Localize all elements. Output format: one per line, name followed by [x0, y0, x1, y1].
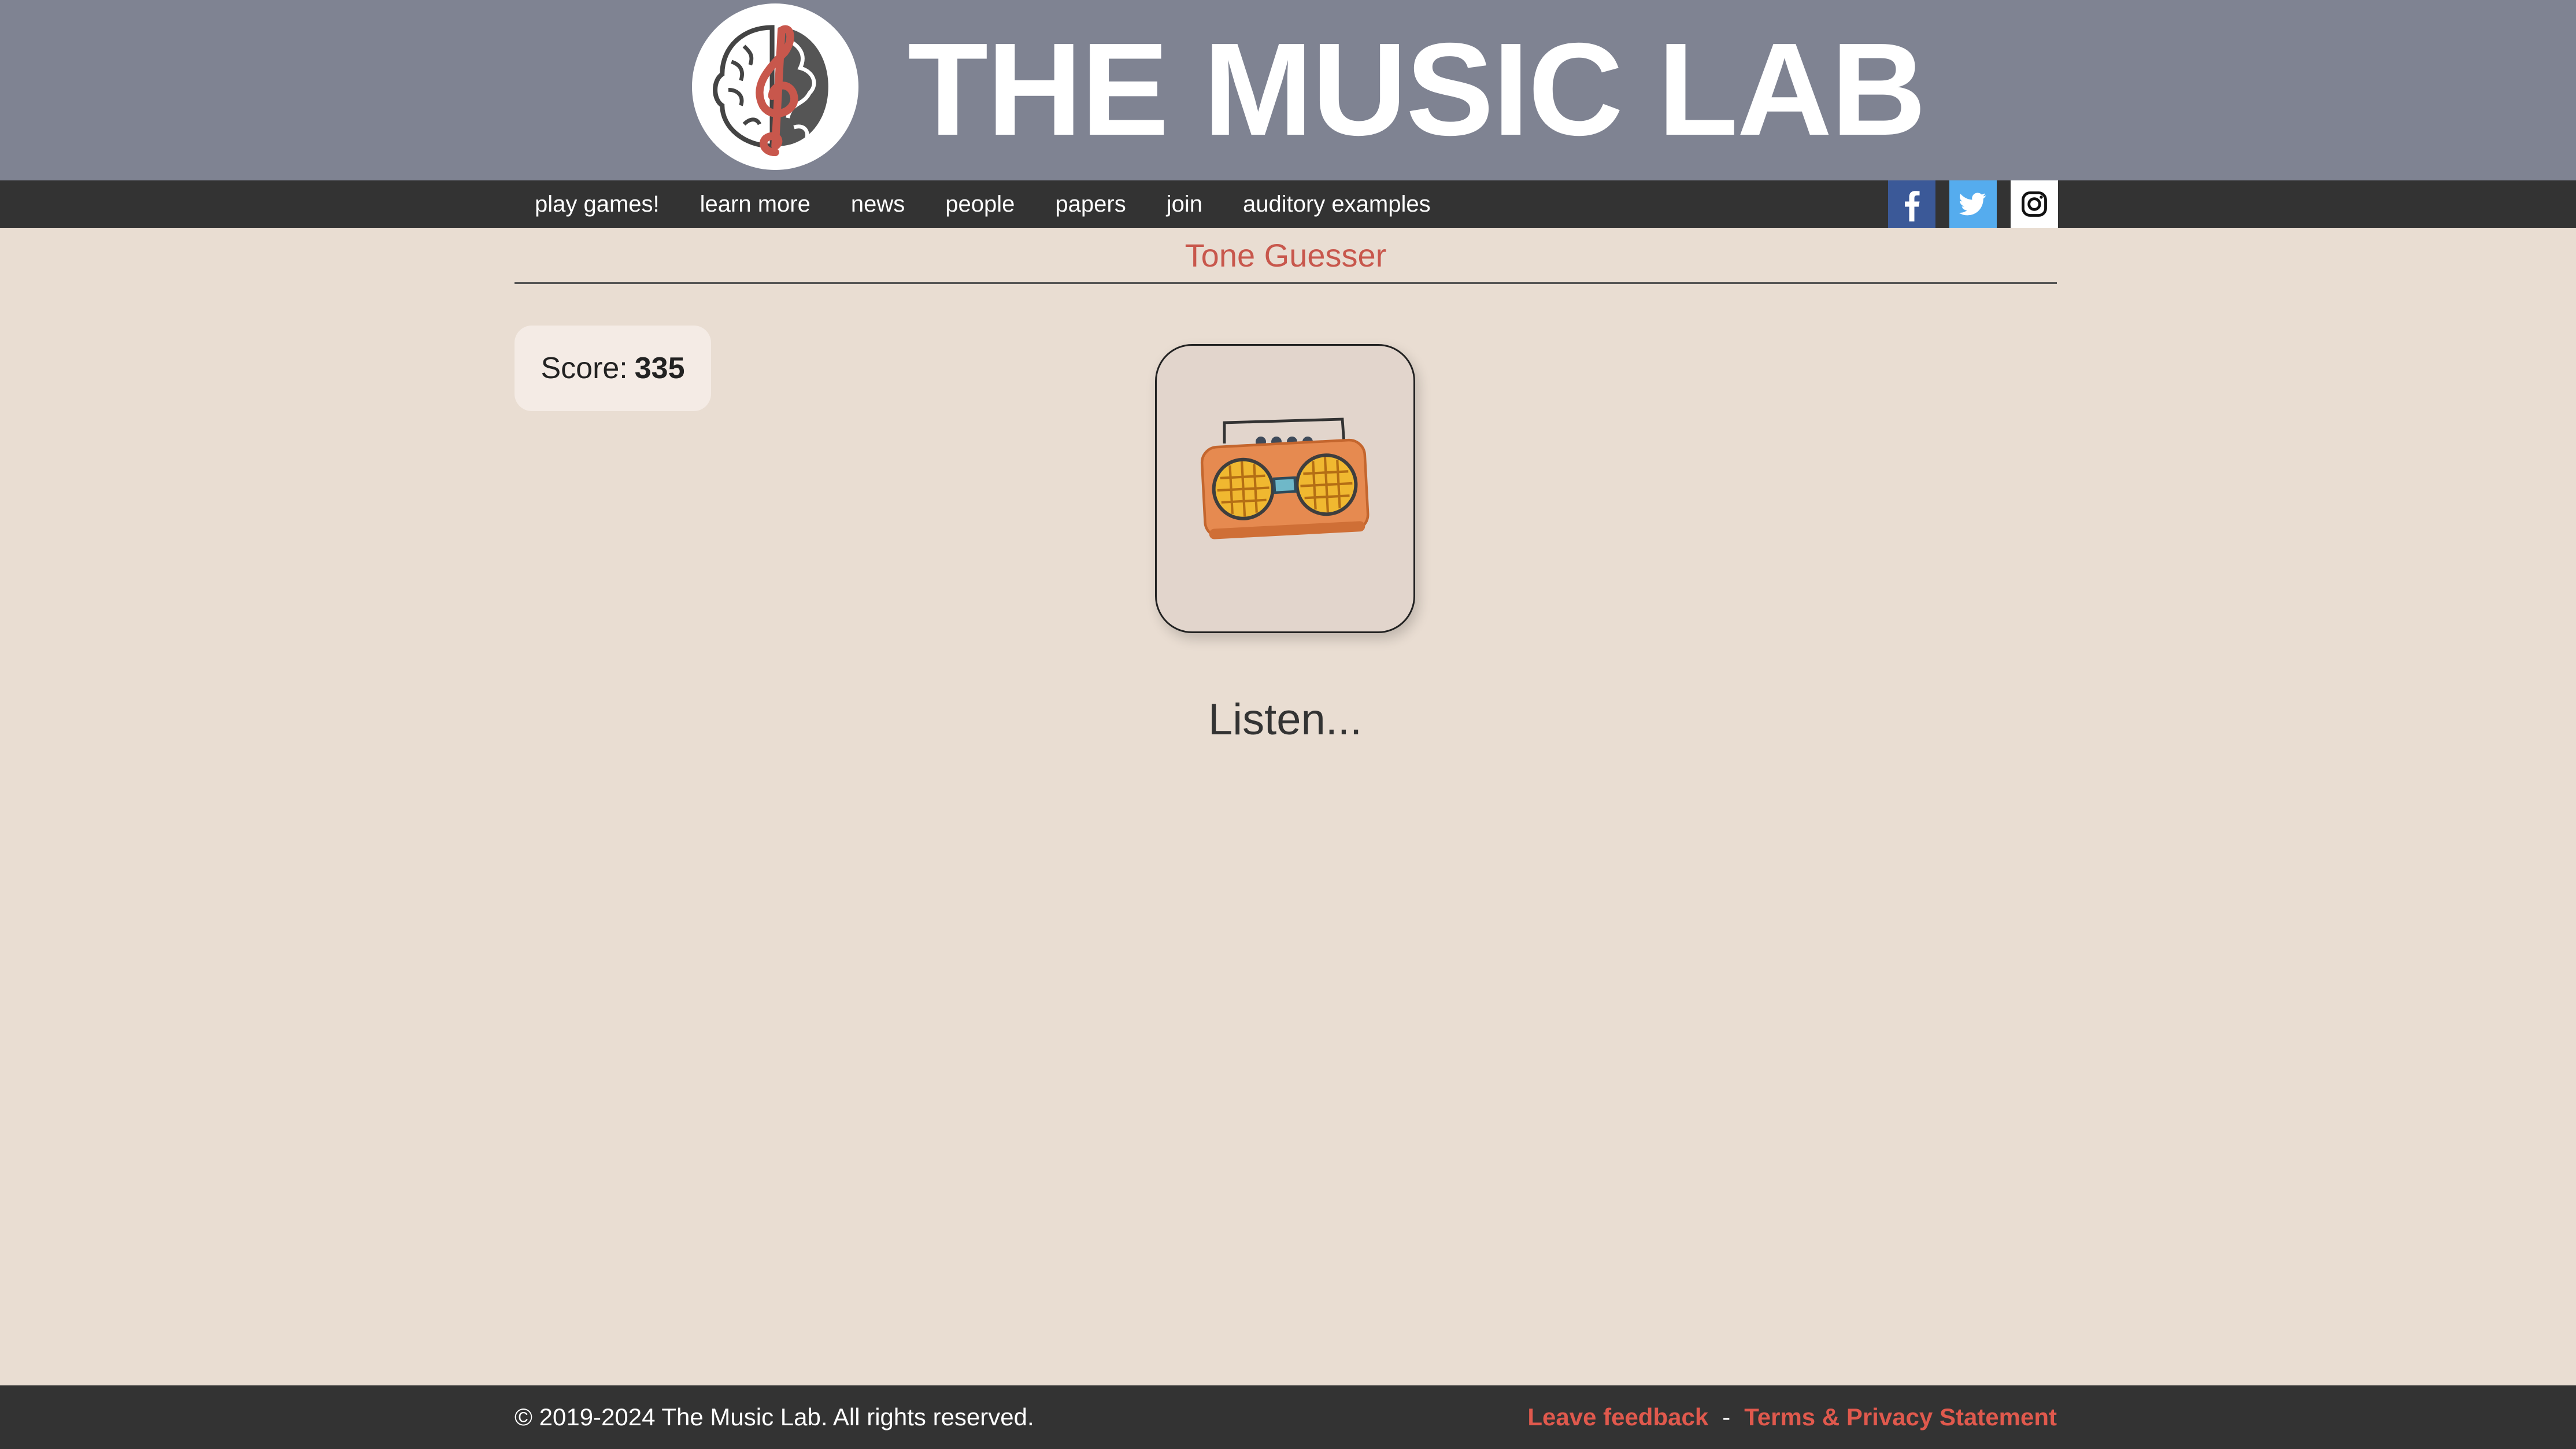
footer-links: Leave feedback - Terms & Privacy Stateme… — [1527, 1385, 2057, 1449]
nav-item-papers[interactable]: papers — [1035, 180, 1146, 228]
main-nav: play games! learn more news people paper… — [0, 180, 2576, 228]
nav-item-join[interactable]: join — [1146, 180, 1223, 228]
nav-item-news[interactable]: news — [831, 180, 925, 228]
copyright-text: © 2019-2024 The Music Lab. All rights re… — [515, 1403, 1034, 1430]
nav-item-auditory-examples[interactable]: auditory examples — [1223, 180, 1451, 228]
score-badge: Score: 335 — [515, 326, 711, 411]
score-label: Score: — [541, 352, 628, 385]
nav-menu: play games! learn more news people paper… — [515, 180, 1451, 228]
treble-clef-brain-globe-icon[interactable] — [692, 3, 858, 170]
nav-item-people[interactable]: people — [925, 180, 1035, 228]
leave-feedback-link[interactable]: Leave feedback — [1527, 1385, 1708, 1449]
terms-privacy-link[interactable]: Terms & Privacy Statement — [1744, 1385, 2057, 1449]
site-footer: © 2019-2024 The Music Lab. All rights re… — [0, 1385, 2576, 1449]
page-title: Tone Guesser — [1185, 237, 1387, 273]
nav-item-learn-more[interactable]: learn more — [680, 180, 831, 228]
title-divider — [515, 282, 2057, 284]
play-sound-button[interactable] — [1155, 344, 1415, 633]
site-title[interactable]: THE MUSIC LAB — [908, 17, 1926, 162]
twitter-icon[interactable] — [1949, 180, 1997, 228]
facebook-icon[interactable] — [1888, 180, 1935, 228]
boombox-radio-icon — [1200, 417, 1370, 539]
score-value: 335 — [634, 352, 685, 385]
site-header: THE MUSIC LAB — [0, 0, 2576, 180]
nav-item-play-games[interactable]: play games! — [515, 180, 680, 228]
social-links — [1888, 180, 2058, 228]
instagram-icon[interactable] — [2011, 180, 2058, 228]
footer-separator: - — [1722, 1403, 1731, 1430]
listen-status: Listen... — [1208, 695, 1363, 744]
